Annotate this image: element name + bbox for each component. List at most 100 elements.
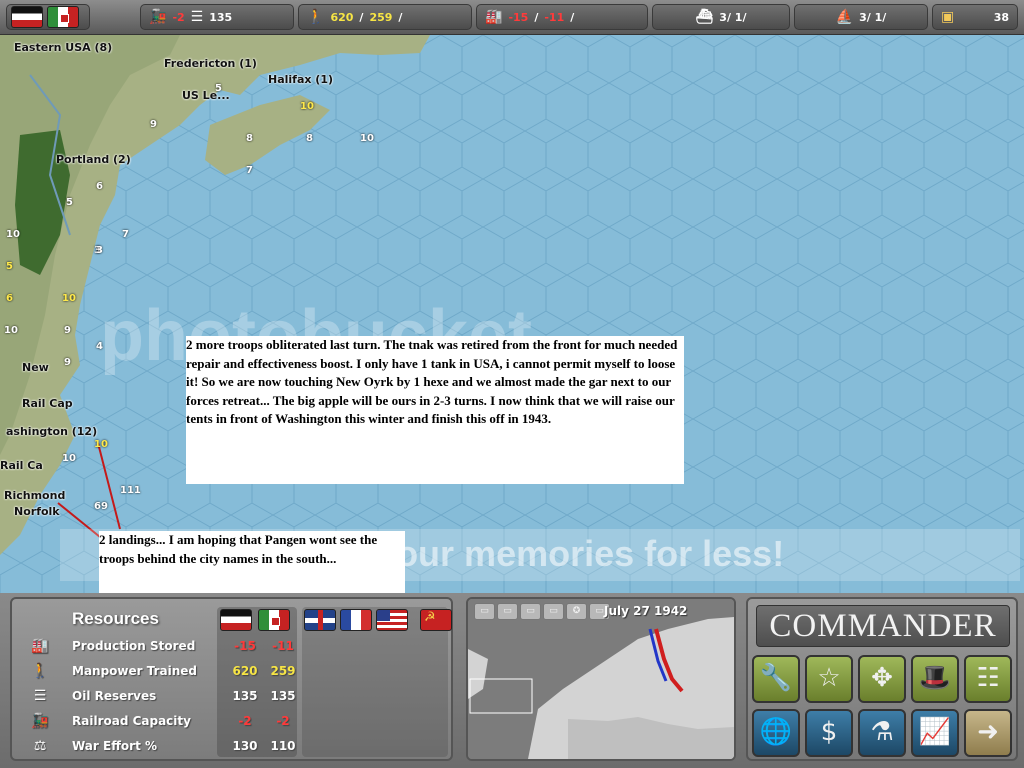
ussr-flag[interactable] [420,609,452,631]
unit-strength[interactable]: 10 [4,325,18,336]
city-label[interactable]: Portland (2) [56,153,131,166]
unit-strength[interactable]: 8 [246,133,253,144]
move-button[interactable]: ✥ [858,655,906,703]
city-label[interactable]: US Le... [182,89,230,102]
germany-flag[interactable] [220,609,252,631]
city-label[interactable]: Eastern USA (8) [14,41,112,54]
naval-group: ⛴ 3/ 1/ [652,4,790,30]
unit-strength[interactable]: 10 [6,229,20,240]
promote-button[interactable]: ☆ [805,655,853,703]
production-axis-value: -15 [508,10,529,24]
minimap[interactable]: ▭ ▭ ▭ ▭ ✪ ▭ July 27 1942 [466,597,736,761]
france-flag[interactable] [340,609,372,631]
scales-icon: ⚖ [33,738,47,754]
manpower-separator: / [359,10,364,24]
uk-flag[interactable] [304,609,336,631]
unit-strength[interactable]: 10 [300,101,314,112]
city-label[interactable]: New [22,361,49,374]
unit-strength[interactable]: 6 [6,293,13,304]
unit-strength[interactable]: 9 [150,119,157,130]
train-icon: 🚂 [31,713,49,729]
city-label[interactable]: Rail Cap [22,397,73,410]
unit-strength[interactable]: 5 [66,197,73,208]
diplomacy-button[interactable]: 🎩 [911,655,959,703]
strategic-map[interactable]: photobucket Protect more of your memorie… [0,35,1024,593]
unit-strength[interactable]: 8 [306,133,313,144]
annotation-note-landings: 2 landings... I am hoping that Pangen wo… [99,531,405,593]
tab-air[interactable]: ▭ [497,603,518,620]
end-turn-button[interactable]: ➜ [964,709,1012,757]
globe-icon: 🌐 [759,717,793,747]
unit-strength[interactable]: 5 [6,261,13,272]
resource-value-italy: 110 [270,739,296,753]
resource-label: War Effort % [72,739,158,753]
soldiers-icon: 🚶 [31,663,49,679]
resource-value-axis: -15 [234,639,256,653]
list-icon: ☷ [976,663,1000,693]
wrench-icon: 🔧 [759,663,793,693]
city-label[interactable]: Richmond [4,489,65,502]
transport-group: ⛵ 3/ 1/ [794,4,928,30]
unit-strength[interactable]: 69 [94,501,108,512]
city-label[interactable]: ashington (12) [6,425,97,438]
resource-row-oil: ☰ Oil Reserves 135 135 [20,685,440,707]
unit-strength[interactable]: 9 [64,357,71,368]
resource-row-war-effort: ⚖ War Effort % 130 110 [20,735,440,757]
city-label[interactable]: Halifax (1) [268,73,333,86]
unit-strength[interactable]: 111 [120,485,141,496]
transport-ship-icon: ⛵ [835,9,854,25]
tab-land[interactable]: ▭ [474,603,495,620]
top-status-bar: 🚂 -2 ☰ 135 🚶 620 / 259 / 🏭 -15 / -11 / ⛴… [0,0,1024,35]
production-allies-value: -11 [544,10,565,24]
repair-button[interactable]: 🔧 [752,655,800,703]
economy-button[interactable]: $ [805,709,853,757]
railroad-oil-group: 🚂 -2 ☰ 135 [140,4,294,30]
soldiers-icon: 🚶 [307,9,325,25]
italy-flag[interactable] [258,609,290,631]
factory-icon: 🏭 [485,9,503,25]
arrow-right-icon: ➜ [977,717,999,747]
unit-strength[interactable]: 7 [122,229,129,240]
resource-value-italy: -2 [276,714,290,728]
tab-supply[interactable]: ▭ [543,603,564,620]
game-date: July 27 1942 [604,604,688,618]
unit-strength[interactable]: 4 [96,341,103,352]
globe-button[interactable]: 🌐 [752,709,800,757]
tab-sea[interactable]: ▭ [520,603,541,620]
resource-label: Production Stored [72,639,196,653]
unit-strength[interactable]: 10 [360,133,374,144]
unit-strength[interactable]: 7 [246,165,253,176]
city-label[interactable]: Rail Ca [0,459,43,472]
unit-strength[interactable]: 5 [215,83,222,94]
manpower-axis-value: 620 [330,10,354,24]
resource-label: Manpower Trained [72,664,198,678]
research-button[interactable]: ⚗ [858,709,906,757]
unit-strength[interactable]: 9 [64,325,71,336]
minimap-terrain [468,599,734,759]
unit-strength[interactable]: 10 [94,439,108,450]
chart-button[interactable]: 📈 [911,709,959,757]
production-group: 🏭 -15 / -11 / [476,4,648,30]
commander-panel: COMMANDER 🔧 ☆ ✥ 🎩 ☷ 🌐 $ ⚗ 📈 ➜ [746,597,1018,761]
unit-strength[interactable]: 3 [96,245,103,256]
usa-flag[interactable] [376,609,408,631]
oil-value: 135 [209,10,233,24]
naval-value: 3/ 1/ [719,10,747,24]
resource-value-axis: 620 [232,664,258,678]
list-button[interactable]: ☷ [964,655,1012,703]
unit-strength[interactable]: 6 [96,181,103,192]
resources-panel: Resources 🏭 Production Stored -15 -11 🚶 … [10,597,453,761]
unit-strength[interactable]: 10 [62,293,76,304]
resource-value-italy: 259 [270,664,296,678]
tab-star[interactable]: ✪ [566,603,587,620]
resource-value-axis: -2 [238,714,252,728]
train-icon: 🚂 [149,9,167,25]
production-separator: / [534,10,539,24]
italy-flag[interactable] [47,6,79,28]
oil-barrels-icon: ☰ [190,9,204,25]
germany-flag[interactable] [11,6,43,28]
unit-strength[interactable]: 10 [62,453,76,464]
city-label[interactable]: Norfolk [14,505,60,518]
city-label[interactable]: Fredericton (1) [164,57,257,70]
factory-icon: 🏭 [31,638,49,654]
